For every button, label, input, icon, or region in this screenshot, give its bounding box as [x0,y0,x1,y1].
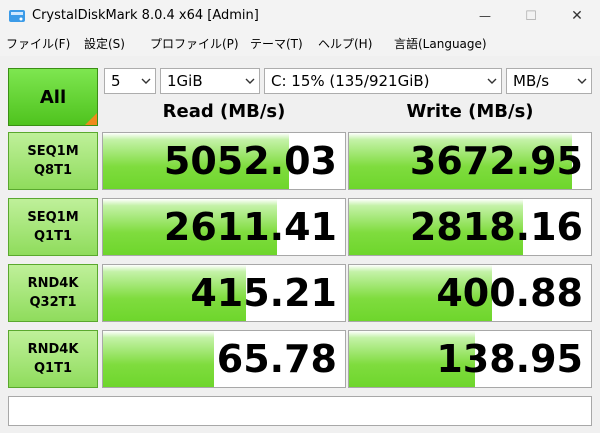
rnd4k-q1t1-button[interactable]: RND4K Q1T1 [8,330,98,388]
read-result-value: 415.21 [190,271,337,315]
drive-value: C: 15% (135/921GiB) [271,72,430,90]
menu-bar: ファイル(F) 設定(S) プロファイル(P) テーマ(T) ヘルプ(H) 言語… [0,32,600,56]
unit-value: MB/s [513,72,550,90]
write-header: Write (MB/s) [406,101,534,122]
test-params: Q1T1 [33,361,72,376]
close-button[interactable]: ✕ [554,0,600,32]
comment-input[interactable] [8,396,592,426]
chevron-down-icon [577,78,587,84]
menu-profile[interactable]: プロファイル(P) [150,36,239,52]
chevron-down-icon [141,78,151,84]
maximize-icon: ☐ [525,8,537,24]
write-result-value: 138.95 [436,337,583,381]
read-result-value: 5052.03 [163,139,337,183]
chevron-down-icon [487,78,497,84]
window-title: CrystalDiskMark 8.0.4 x64 [Admin] [32,8,259,23]
run-all-label: All [39,86,67,108]
test-count-value: 5 [111,72,121,90]
chevron-down-icon [245,78,255,84]
drive-select[interactable]: C: 15% (135/921GiB) [264,68,502,94]
read-result-bar [103,331,215,387]
test-size-value: 1GiB [167,72,203,90]
menu-help[interactable]: ヘルプ(H) [318,36,372,52]
unit-select[interactable]: MB/s [506,68,592,94]
minimize-icon: — [479,9,491,23]
test-params: Q32T1 [29,295,77,310]
read-header: Read (MB/s) [162,101,286,122]
write-result-value: 2818.16 [409,205,583,249]
test-name: SEQ1M [27,210,79,225]
write-result-cell: 400.88 [348,264,592,322]
minimize-button[interactable]: — [462,0,508,32]
benchmark-panel: All 5 1GiB C: 15% (135/921GiB) MB/s Read… [0,56,600,433]
test-params: Q8T1 [33,163,72,178]
seq1m-q1t1-button[interactable]: SEQ1M Q1T1 [8,198,98,256]
menu-language[interactable]: 言語(Language) [394,36,487,52]
test-name: RND4K [27,342,79,357]
close-icon: ✕ [571,8,583,24]
read-result-value: 2611.41 [163,205,337,249]
write-result-cell: 3672.95 [348,132,592,190]
maximize-button[interactable]: ☐ [508,0,554,32]
seq1m-q8t1-button[interactable]: SEQ1M Q8T1 [8,132,98,190]
write-result-value: 400.88 [436,271,583,315]
title-bar: CrystalDiskMark 8.0.4 x64 [Admin] — ☐ ✕ [0,0,600,32]
menu-file[interactable]: ファイル(F) [6,36,70,52]
crystaldiskmark-disk-icon [9,10,25,22]
read-result-cell: 65.78 [102,330,346,388]
read-result-value: 65.78 [216,337,337,381]
test-name: SEQ1M [27,144,79,159]
test-name: RND4K [27,276,79,291]
menu-settings[interactable]: 設定(S) [84,36,125,52]
menu-theme[interactable]: テーマ(T) [250,36,303,52]
read-result-cell: 415.21 [102,264,346,322]
rnd4k-q32t1-button[interactable]: RND4K Q32T1 [8,264,98,322]
write-result-value: 3672.95 [409,139,583,183]
write-result-cell: 138.95 [348,330,592,388]
test-size-select[interactable]: 1GiB [160,68,260,94]
run-all-button[interactable]: All [8,68,98,126]
test-params: Q1T1 [33,229,72,244]
corner-marker [85,113,97,125]
test-count-select[interactable]: 5 [104,68,156,94]
read-result-cell: 5052.03 [102,132,346,190]
read-result-cell: 2611.41 [102,198,346,256]
write-result-cell: 2818.16 [348,198,592,256]
